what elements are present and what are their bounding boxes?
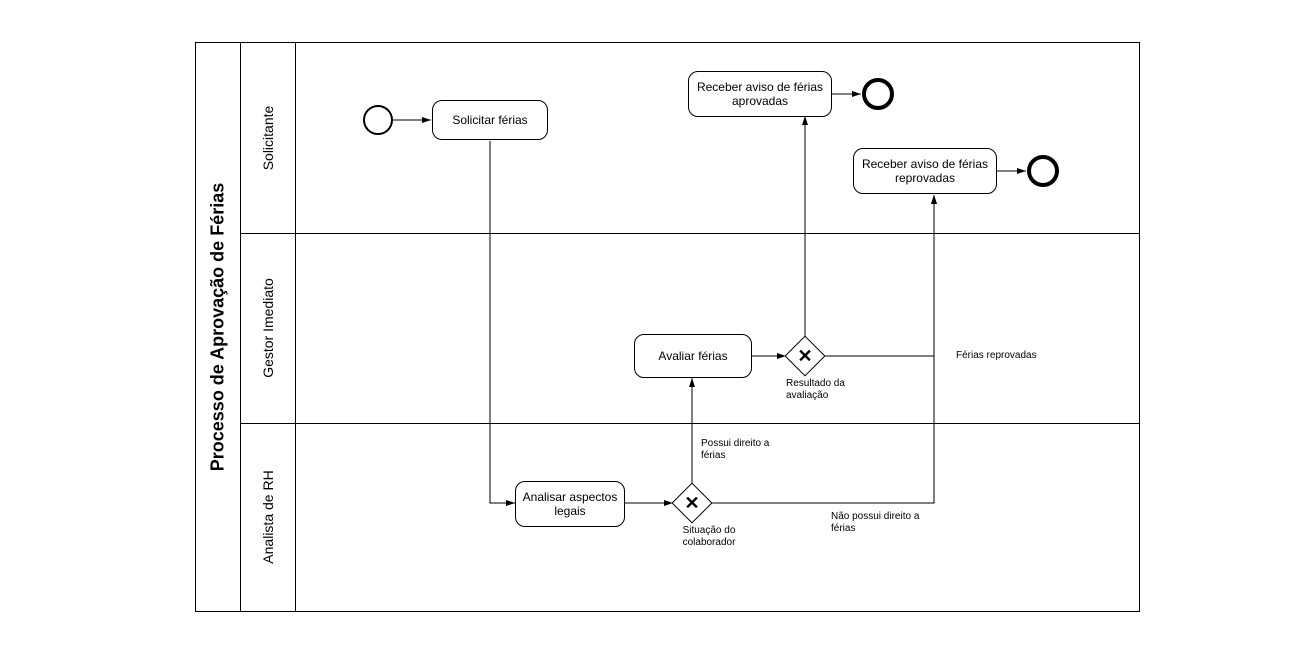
lane-rh-header: Analista de RH (241, 423, 296, 611)
gateway-x-icon: ✕ (797, 347, 812, 365)
lane-separator (241, 233, 1139, 234)
task-receber-aprovadas: Receber aviso de férias aprovadas (688, 71, 832, 117)
pool-title: Processo de Aprovação de Férias (208, 183, 229, 471)
start-event (363, 105, 393, 135)
lane-solicitante-header: Solicitante (241, 43, 296, 233)
task-label: Receber aviso de férias aprovadas (693, 80, 827, 108)
gateway-resultado-avaliacao: ✕ (786, 337, 824, 375)
edge-label-no-right: Não possui direito a férias (831, 511, 921, 535)
gateway-label: Resultado da avaliação (786, 378, 866, 402)
end-event-rejected (1027, 155, 1059, 187)
lane-label: Solicitante (260, 106, 276, 171)
end-event-approved (862, 78, 894, 110)
task-label: Receber aviso de férias reprovadas (858, 157, 992, 185)
gateway-x-icon: ✕ (684, 494, 699, 512)
task-analisar-aspectos: Analisar aspectos legais (515, 481, 625, 527)
task-label: Analisar aspectos legais (520, 490, 620, 518)
task-receber-reprovadas: Receber aviso de férias reprovadas (853, 148, 997, 194)
lane-gestor-header: Gestor Imediato (241, 233, 296, 423)
lane-label: Gestor Imediato (260, 278, 276, 378)
gateway-label: Situação do colaborador (664, 525, 754, 549)
task-avaliar-ferias: Avaliar férias (634, 334, 752, 378)
edge-label-rejected: Férias reprovadas (956, 350, 1037, 362)
edge-label-has-right: Possui direito a férias (701, 438, 781, 462)
task-solicitar-ferias: Solicitar férias (432, 100, 548, 140)
lane-label: Analista de RH (260, 470, 276, 563)
pool-title-cell: Processo de Aprovação de Férias (196, 43, 241, 611)
lane-separator (241, 423, 1139, 424)
task-label: Solicitar férias (452, 113, 527, 127)
task-label: Avaliar férias (658, 349, 727, 363)
bpmn-pool: Processo de Aprovação de Férias Solicita… (195, 42, 1140, 612)
gateway-situacao-colaborador: ✕ (673, 484, 711, 522)
